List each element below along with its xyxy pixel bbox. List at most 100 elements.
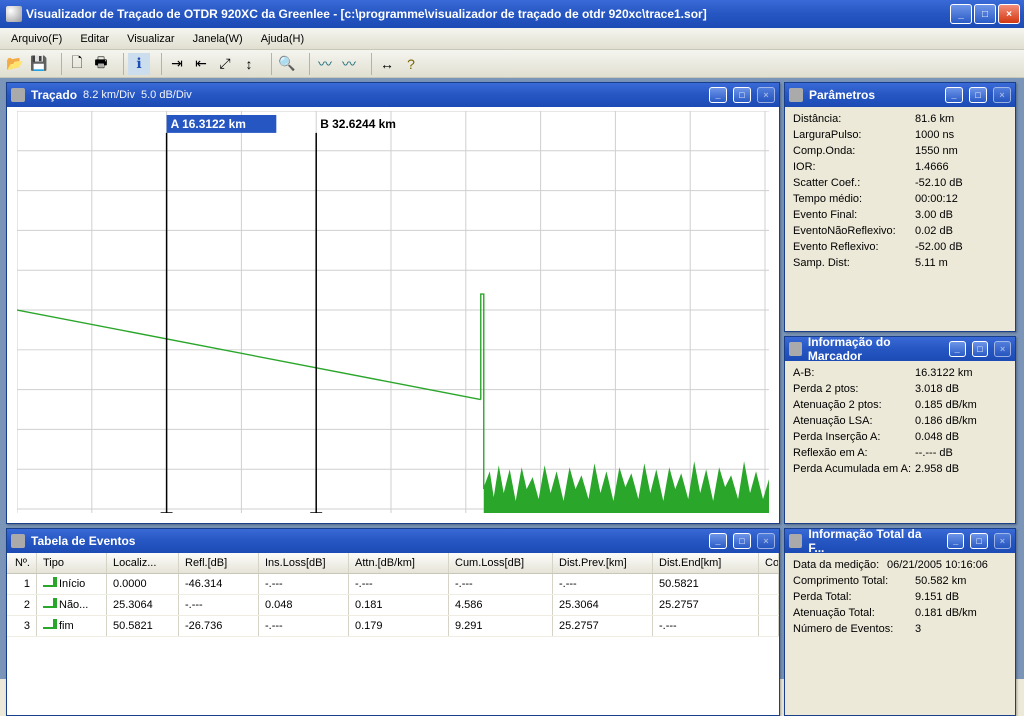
panel-max-button[interactable]: □ (733, 533, 751, 549)
param-key: EventoNãoReflexivo: (793, 225, 915, 237)
table-row[interactable]: 1Início0.0000-46.314-.----.----.----.---… (7, 574, 779, 595)
marker-value: --.--- dB (915, 447, 1007, 459)
total-value: 0.181 dB/km (915, 607, 1007, 619)
marker-a-icon[interactable]: ⇥ (166, 53, 188, 75)
close-button[interactable]: × (998, 4, 1020, 24)
cell-loc: 0.0000 (107, 574, 179, 594)
cell-loc: 25.3064 (107, 595, 179, 615)
total-info-panel: Informação Total da F... _ □ × Data da m… (784, 528, 1016, 716)
param-value: 3.00 dB (915, 209, 1007, 221)
zoom-icon[interactable]: 🔍 (276, 53, 298, 75)
app-icon (6, 6, 22, 22)
menu-ajuda[interactable]: Ajuda(H) (254, 30, 311, 48)
marker-both-icon[interactable]: ↕ (238, 53, 260, 75)
minimize-button[interactable]: _ (950, 4, 972, 24)
cursor-a-label: A 16.3122 km (171, 117, 246, 131)
cell-tipo: fim (37, 616, 107, 636)
toolbar: 📂 💾 🗋 🖶 ℹ ⇥ ⇤ ⤢ ↕ 🔍 〰 〰 ↔ ? (0, 50, 1024, 78)
menu-visualizar[interactable]: Visualizar (120, 30, 182, 48)
marker-key: Perda 2 ptos: (793, 383, 915, 395)
col-header-attn[interactable]: Attn.[dB/km] (349, 553, 449, 573)
cell-tipo: Não... (37, 595, 107, 615)
panel-max-button[interactable]: □ (972, 341, 989, 357)
panel-min-button[interactable]: _ (709, 533, 727, 549)
trace-titlebar[interactable]: Traçado 8.2 km/Div 5.0 dB/Div _ □ × (7, 83, 779, 107)
marker-titlebar[interactable]: Informação do Marcador _ □ × (785, 337, 1015, 361)
param-value: 1000 ns (915, 129, 1007, 141)
cell-no: 2 (7, 595, 37, 615)
print-icon[interactable]: 🖶 (90, 53, 112, 75)
cell-com (759, 574, 779, 594)
trace-chart[interactable]: A 16.3122 km B 32.6244 km (17, 111, 769, 513)
panel-max-button[interactable]: □ (733, 87, 751, 103)
col-header-cum[interactable]: Cum.Loss[dB] (449, 553, 553, 573)
col-header-loc[interactable]: Localiz... (107, 553, 179, 573)
trace-panel: Traçado 8.2 km/Div 5.0 dB/Div _ □ × (6, 82, 780, 524)
event-icon (43, 579, 55, 587)
param-value: 1550 nm (915, 145, 1007, 157)
cell-no: 3 (7, 616, 37, 636)
marker-value: 0.186 dB/km (915, 415, 1007, 427)
separator (154, 53, 162, 75)
panel-close-button[interactable]: × (757, 87, 775, 103)
param-key: Samp. Dist: (793, 257, 915, 269)
maximize-button[interactable]: □ (974, 4, 996, 24)
param-value: 81.6 km (915, 113, 1007, 125)
trace-body[interactable]: A 16.3122 km B 32.6244 km (7, 107, 779, 523)
param-key: Evento Final: (793, 209, 915, 221)
menu-janela[interactable]: Janela(W) (186, 30, 250, 48)
col-header-com[interactable]: Coment (759, 553, 779, 573)
events-titlebar[interactable]: Tabela de Eventos _ □ × (7, 529, 779, 553)
col-header-tipo[interactable]: Tipo (37, 553, 107, 573)
panel-close-button[interactable]: × (993, 87, 1011, 103)
menu-arquivo[interactable]: Arquivo(F) (4, 30, 69, 48)
marker-swap-icon[interactable]: ⤢ (214, 53, 236, 75)
panel-max-button[interactable]: □ (970, 533, 987, 549)
parameters-titlebar[interactable]: Parâmetros _ □ × (785, 83, 1015, 107)
panel-close-button[interactable]: × (994, 533, 1011, 549)
cell-dp: 25.3064 (553, 595, 653, 615)
parameters-title: Parâmetros (809, 88, 875, 102)
panel-min-button[interactable]: _ (945, 87, 963, 103)
panel-max-button[interactable]: □ (969, 87, 987, 103)
info-icon[interactable]: ℹ (128, 53, 150, 75)
total-key: Perda Total: (793, 591, 915, 603)
total-title: Informação Total da F... (808, 527, 935, 555)
marker-b-icon[interactable]: ⇤ (190, 53, 212, 75)
wave-1-icon[interactable]: 〰 (314, 53, 336, 75)
cell-dp: -.--- (553, 574, 653, 594)
wave-2-icon[interactable]: 〰 (338, 53, 360, 75)
help-icon[interactable]: ? (400, 53, 422, 75)
total-titlebar[interactable]: Informação Total da F... _ □ × (785, 529, 1015, 553)
panel-min-button[interactable]: _ (949, 341, 966, 357)
menu-editar[interactable]: Editar (73, 30, 116, 48)
param-value: 1.4666 (915, 161, 1007, 173)
span-icon[interactable]: ↔ (376, 53, 398, 75)
cell-refl: -26.736 (179, 616, 259, 636)
col-header-refl[interactable]: Refl.[dB] (179, 553, 259, 573)
table-row[interactable]: 3fim50.5821-26.736-.---0.1799.29125.2757… (7, 616, 779, 637)
col-header-no[interactable]: Nº. (7, 553, 37, 573)
param-key: Comp.Onda: (793, 145, 915, 157)
table-row[interactable]: 2Não...25.3064-.---0.0480.1814.58625.306… (7, 595, 779, 616)
cell-attn: 0.179 (349, 616, 449, 636)
panel-min-button[interactable]: _ (709, 87, 727, 103)
panel-min-button[interactable]: _ (947, 533, 964, 549)
save-icon[interactable]: 💾 (28, 53, 50, 75)
panel-icon (11, 88, 25, 102)
param-value: 00:00:12 (915, 193, 1007, 205)
col-header-de[interactable]: Dist.End[km] (653, 553, 759, 573)
panel-close-button[interactable]: × (994, 341, 1011, 357)
cursor-b: B 32.6244 km (310, 117, 396, 513)
col-header-ins[interactable]: Ins.Loss[dB] (259, 553, 349, 573)
events-rows: 1Início0.0000-46.314-.----.----.----.---… (7, 574, 779, 637)
panel-icon (11, 534, 25, 548)
cell-de: -.--- (653, 616, 759, 636)
open-icon[interactable]: 📂 (4, 53, 26, 75)
col-header-dp[interactable]: Dist.Prev.[km] (553, 553, 653, 573)
panel-close-button[interactable]: × (757, 533, 775, 549)
panel-icon (789, 342, 802, 356)
marker-value: 0.048 dB (915, 431, 1007, 443)
cell-com (759, 616, 779, 636)
print-preview-icon[interactable]: 🗋 (66, 53, 88, 75)
